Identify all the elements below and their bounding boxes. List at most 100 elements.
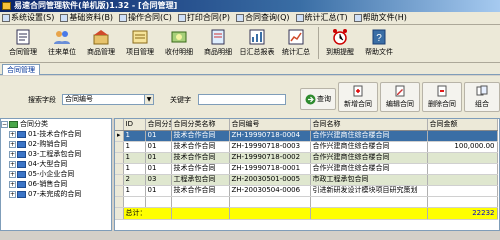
toolbar-button-label: 帮助文件 bbox=[365, 48, 393, 56]
menu-item-2[interactable]: 操作合同(C) bbox=[119, 12, 172, 24]
total-empty-cell bbox=[171, 206, 230, 220]
column-header[interactable]: 合同金额 bbox=[427, 119, 498, 131]
toolbar-separator bbox=[318, 27, 319, 59]
total-row: 总计： 22232 bbox=[115, 206, 498, 220]
cell-amount bbox=[427, 130, 498, 142]
project-icon bbox=[130, 27, 150, 46]
tree-item[interactable]: +01-技术合作合同 bbox=[1, 129, 111, 139]
tab-contract-manage[interactable]: 合同管理 bbox=[2, 64, 40, 75]
table-row[interactable]: 1 01 技术合作合同 ZH-19990718-0001 合作兴建商住综合楼合同 bbox=[115, 163, 498, 175]
toolbar-button-3[interactable]: 项目管理 bbox=[121, 25, 159, 61]
expand-icon[interactable]: + bbox=[9, 180, 16, 188]
toolbar-button-0[interactable]: 合同管理 bbox=[4, 25, 42, 61]
empty-cell bbox=[229, 196, 311, 208]
svg-text:?: ? bbox=[376, 33, 382, 44]
folder-icon bbox=[9, 120, 18, 128]
tree-item[interactable]: +06-销售合同 bbox=[1, 179, 111, 189]
total-empty-cell bbox=[229, 206, 311, 220]
column-header[interactable]: 合同编号 bbox=[229, 119, 311, 131]
tree-item[interactable]: +05-小企业合同 bbox=[1, 169, 111, 179]
new-contract-button[interactable]: 新增合同 bbox=[338, 82, 378, 112]
menu-item-0[interactable]: 系统设置(S) bbox=[2, 12, 54, 24]
expand-icon[interactable]: + bbox=[9, 130, 16, 138]
search-field-select[interactable]: 合同编号 ▼ bbox=[62, 94, 154, 105]
column-header[interactable]: 合同名称 bbox=[310, 119, 428, 131]
help-book-icon: ? bbox=[369, 27, 389, 46]
tree-item-label: 06-销售合同 bbox=[28, 180, 68, 188]
tree-item[interactable]: +07-未完成的合同 bbox=[1, 189, 111, 199]
row-indicator bbox=[115, 163, 124, 175]
toolbar-button-2[interactable]: 商品管理 bbox=[82, 25, 120, 61]
partner-icon bbox=[52, 27, 72, 46]
toolbar-button-label: 日汇总报表 bbox=[239, 48, 275, 56]
row-indicator bbox=[115, 206, 124, 220]
empty-cell bbox=[115, 196, 124, 208]
chevron-down-icon[interactable]: ▼ bbox=[144, 95, 153, 104]
menu-item-label: 基础资料(B) bbox=[69, 13, 114, 22]
table-row[interactable]: 1 01 技术合作合同 ZH-20030504-0006 引进新研发设计模块项目研究策划 bbox=[115, 185, 498, 197]
cell-cat: 01 bbox=[145, 163, 172, 175]
menu-item-5[interactable]: 统计汇总(T) bbox=[295, 12, 348, 24]
expand-icon[interactable]: + bbox=[9, 140, 16, 148]
table-row[interactable]: ▸ 1 01 技术合作合同 ZH-19990718-0004 合作兴建商住综合楼合同 bbox=[115, 130, 498, 142]
empty-cell bbox=[310, 196, 428, 208]
tab-label: 合同管理 bbox=[7, 66, 35, 74]
cell-cat-name: 工程承包合同 bbox=[171, 174, 230, 186]
empty-cell bbox=[427, 196, 498, 208]
menu-item-label: 统计汇总(T) bbox=[304, 13, 348, 22]
cell-cat-name: 技术合作合同 bbox=[171, 152, 230, 164]
column-header[interactable]: 合同分类 bbox=[145, 119, 172, 131]
column-header[interactable]: ID bbox=[123, 119, 146, 131]
delete-contract-button[interactable]: 删除合同 bbox=[422, 82, 462, 112]
cell-id: 1 bbox=[123, 163, 146, 175]
query-button[interactable]: 查询 bbox=[300, 88, 336, 110]
toolbar-button-label: 合同管理 bbox=[9, 48, 37, 56]
tree-item[interactable]: +03-工程承包合同 bbox=[1, 149, 111, 159]
folder-icon bbox=[17, 130, 26, 138]
cell-id: 1 bbox=[123, 130, 146, 142]
cell-amount: 100,000.00 bbox=[427, 141, 498, 153]
cell-cat: 01 bbox=[145, 141, 172, 153]
toolbar-button-9[interactable]: ? 帮助文件 bbox=[360, 25, 398, 61]
edit-contract-button[interactable]: 编辑合同 bbox=[380, 82, 420, 112]
tree-item[interactable]: +04-大型合同 bbox=[1, 159, 111, 169]
tree-item-label: 01-技术合作合同 bbox=[28, 130, 82, 138]
expand-icon[interactable]: + bbox=[9, 190, 16, 198]
table-row[interactable]: 1 01 技术合作合同 ZH-19990718-0002 合作兴建商住综合楼合同 bbox=[115, 152, 498, 164]
cell-no: ZH-19990718-0004 bbox=[229, 130, 311, 142]
menu-item-4[interactable]: 合同查询(Q) bbox=[235, 12, 290, 24]
statistics-icon bbox=[286, 27, 306, 46]
menu-item-1[interactable]: 基础资料(B) bbox=[60, 12, 113, 24]
table-row[interactable]: 2 03 工程承包合同 ZH-20030501-0005 市政工程承包合同 bbox=[115, 174, 498, 186]
contract-manage-icon bbox=[13, 27, 33, 46]
menu-item-6[interactable]: 帮助文件(H) bbox=[353, 12, 407, 24]
tree-root[interactable]: − 合同分类 bbox=[1, 119, 111, 129]
expand-icon[interactable]: + bbox=[9, 170, 16, 178]
expand-icon[interactable]: + bbox=[9, 150, 16, 158]
toolbar-button-1[interactable]: 往来单位 bbox=[43, 25, 81, 61]
help-icon bbox=[353, 14, 362, 22]
grid-header: ID合同分类合同分类名称合同编号合同名称合同金额 bbox=[115, 119, 498, 131]
search-panel: 搜索字段 合同编号 ▼ 关键字 查询 新增合同 编辑合同 删除合同 组合 bbox=[0, 76, 500, 118]
toolbar-button-7[interactable]: 统计汇总 bbox=[277, 25, 315, 61]
cell-name: 合作兴建商住综合楼合同 bbox=[310, 152, 428, 164]
table-row[interactable]: 1 01 技术合作合同 ZH-19990718-0003 合作兴建商住综合楼合同 100,… bbox=[115, 141, 498, 153]
toolbar-button-5[interactable]: 商品明细 bbox=[199, 25, 237, 61]
column-header[interactable]: 合同分类名称 bbox=[171, 119, 230, 131]
toolbar-button-8[interactable]: 到期提醒 bbox=[321, 25, 359, 61]
toolbar-button-label: 商品明细 bbox=[204, 48, 232, 56]
tree-item[interactable]: +02-购销合同 bbox=[1, 139, 111, 149]
toolbar-button-6[interactable]: 日汇总报表 bbox=[238, 25, 276, 61]
keyword-input[interactable] bbox=[198, 94, 286, 105]
collapse-icon[interactable]: − bbox=[1, 120, 8, 128]
menu-item-label: 打印合同(P) bbox=[186, 13, 230, 22]
empty-cell bbox=[171, 196, 230, 208]
toolbar-button-4[interactable]: 收付明细 bbox=[160, 25, 198, 61]
folder-icon bbox=[17, 150, 26, 158]
combine-button[interactable]: 组合 bbox=[464, 82, 500, 112]
edit-document-icon bbox=[394, 85, 406, 99]
menu-item-3[interactable]: 打印合同(P) bbox=[177, 12, 230, 24]
cell-id: 1 bbox=[123, 141, 146, 153]
cell-name: 引进新研发设计模块项目研究策划 bbox=[310, 185, 428, 197]
expand-icon[interactable]: + bbox=[9, 160, 16, 168]
